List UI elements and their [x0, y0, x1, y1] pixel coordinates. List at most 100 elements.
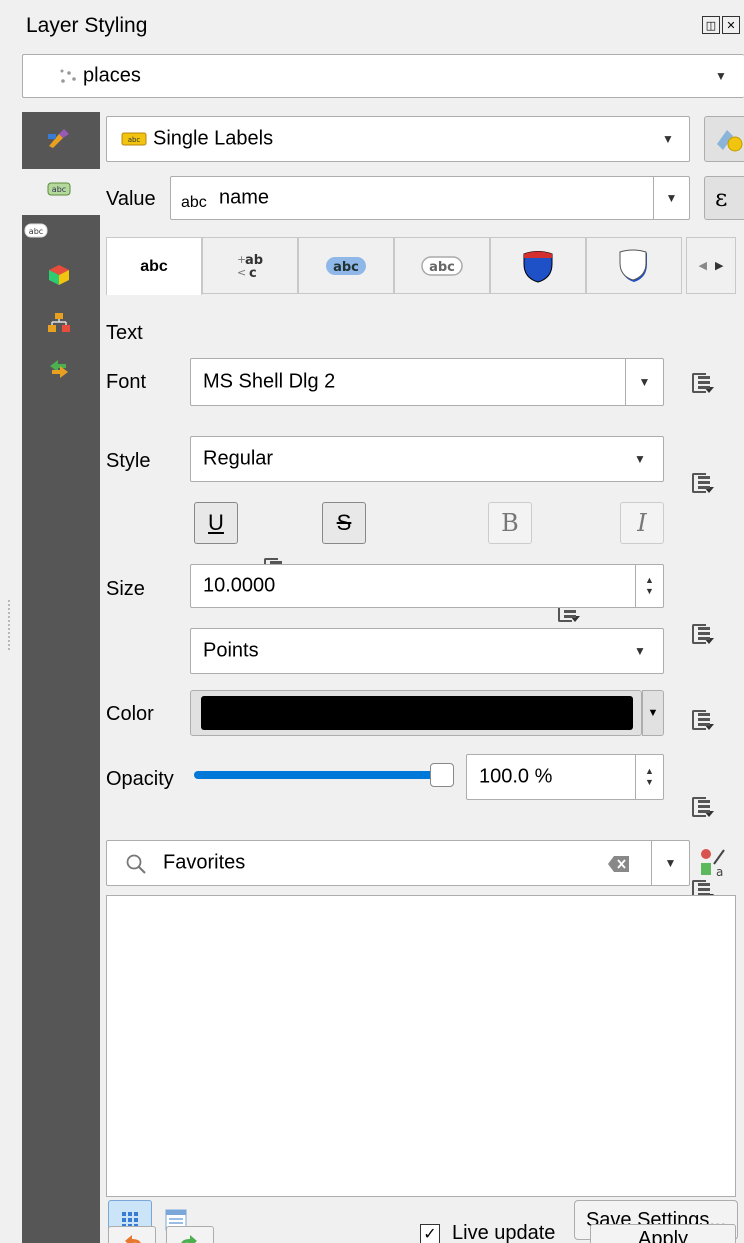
tab-mask[interactable]: abc: [394, 237, 490, 294]
epsilon-icon: ε: [715, 184, 728, 212]
library-search[interactable]: Favorites ▼: [106, 840, 690, 886]
background-shield-icon: [523, 250, 553, 283]
apply-button[interactable]: Apply: [590, 1224, 736, 1243]
underline-button[interactable]: U: [194, 502, 238, 544]
scroll-left-icon[interactable]: ◀: [699, 259, 707, 272]
color-menu-button[interactable]: ▼: [642, 690, 664, 736]
point-layer-icon: [60, 69, 76, 83]
layer-name: places: [83, 64, 141, 87]
value-label: Value: [106, 188, 156, 210]
redo-button[interactable]: [166, 1226, 214, 1243]
opacity-slider-handle[interactable]: [430, 763, 454, 787]
chevron-down-icon[interactable]: ▼: [625, 629, 655, 673]
chevron-down-icon[interactable]: ▼: [706, 55, 736, 97]
size-unit-select[interactable]: Points ▼: [190, 628, 664, 674]
color-button[interactable]: [190, 690, 642, 736]
underline-label: U: [208, 510, 224, 535]
formatting-icon: + ab < c: [237, 253, 263, 281]
label-mode-select[interactable]: abc Single Labels ▼: [106, 116, 690, 162]
data-defined-override-icon[interactable]: [688, 371, 714, 393]
field-type-icon: abc: [181, 194, 207, 211]
bold-button[interactable]: B: [488, 502, 532, 544]
svg-text:abc: abc: [333, 260, 359, 275]
masks-icon[interactable]: abc: [24, 220, 50, 242]
single-labels-icon: abc: [121, 132, 147, 146]
italic-label: I: [637, 509, 647, 537]
float-icon[interactable]: ◫: [702, 16, 720, 34]
color-swatch: [201, 696, 633, 730]
strikeout-label: S: [336, 510, 352, 535]
data-defined-override-icon[interactable]: [688, 708, 714, 730]
label-mode-value: Single Labels: [153, 127, 274, 150]
search-value: Favorites: [163, 851, 246, 874]
mask-icon: abc: [421, 255, 463, 276]
svg-text:abc: abc: [128, 136, 141, 144]
redo-icon: [181, 1235, 197, 1243]
search-icon: [126, 854, 146, 874]
labels-icon[interactable]: abc: [46, 178, 72, 200]
style-label: Style: [106, 450, 151, 472]
text-tab-icon: abc: [140, 257, 168, 275]
svg-text:abc: abc: [52, 185, 66, 194]
shadow-icon: [619, 249, 647, 282]
value-field-select[interactable]: abc name ▼: [170, 176, 690, 220]
buffer-icon: abc: [326, 256, 366, 275]
svg-text:c: c: [249, 266, 257, 281]
tab-background[interactable]: [490, 237, 586, 294]
expression-button[interactable]: ε: [704, 176, 744, 220]
data-defined-override-icon[interactable]: [688, 795, 714, 817]
font-select[interactable]: MS Shell Dlg 2 ▼: [190, 358, 664, 406]
live-update-checkbox[interactable]: ✓: [420, 1224, 440, 1243]
layer-select[interactable]: places ▼: [22, 54, 744, 98]
color-label: Color: [106, 703, 154, 725]
spin-arrows-icon[interactable]: ▲ ▼: [635, 755, 663, 799]
data-defined-override-icon[interactable]: [688, 622, 714, 644]
value-field-name: name: [219, 186, 270, 209]
tab-shadow[interactable]: [586, 237, 682, 294]
clear-icon[interactable]: [607, 855, 631, 873]
tab-scroll-buttons[interactable]: ◀ ▶: [686, 237, 736, 294]
style-manager-icon[interactable]: a: [698, 846, 728, 880]
panel-title: Layer Styling: [26, 14, 148, 37]
chevron-down-icon[interactable]: ▼: [653, 117, 683, 161]
size-spinbox[interactable]: 10.0000 ▲ ▼: [190, 564, 664, 608]
chevron-down-icon[interactable]: ▼: [653, 177, 689, 219]
svg-text:<: <: [237, 266, 246, 279]
font-label: Font: [106, 371, 147, 393]
tab-buffer[interactable]: abc: [298, 237, 394, 294]
svg-text:a: a: [716, 865, 723, 879]
opacity-spinbox[interactable]: 100.0 % ▲ ▼: [466, 754, 664, 800]
3d-view-icon[interactable]: [46, 264, 72, 286]
tab-text[interactable]: abc: [106, 237, 202, 295]
chevron-down-icon[interactable]: ▼: [625, 359, 663, 405]
undo-button[interactable]: [108, 1226, 156, 1243]
splitter-handle[interactable]: [8, 600, 11, 650]
opacity-slider-track[interactable]: [194, 771, 438, 779]
font-value: MS Shell Dlg 2: [203, 370, 336, 393]
svg-text:abc: abc: [29, 227, 43, 236]
rule-settings-button[interactable]: [704, 116, 744, 162]
diagrams-icon[interactable]: [46, 312, 72, 334]
scroll-right-icon[interactable]: ▶: [715, 259, 723, 272]
chevron-down-icon[interactable]: ▼: [625, 437, 655, 481]
history-icon[interactable]: [46, 358, 72, 380]
style-select[interactable]: Regular ▼: [190, 436, 664, 482]
label-settings-tabs: abc + ab < c abc abc ◀ ▶: [106, 237, 736, 295]
style-list[interactable]: [106, 895, 736, 1197]
style-value: Regular: [203, 447, 274, 470]
svg-text:abc: abc: [429, 260, 455, 275]
strikeout-button[interactable]: S: [322, 502, 366, 544]
italic-button[interactable]: I: [620, 502, 664, 544]
symbology-icon[interactable]: [46, 128, 72, 150]
size-value: 10.0000: [203, 574, 276, 597]
style-sidebar: abc abc: [22, 112, 100, 1243]
close-icon[interactable]: ✕: [722, 16, 740, 34]
opacity-label: Opacity: [106, 768, 174, 790]
chevron-down-icon[interactable]: ▼: [651, 841, 689, 885]
size-label: Size: [106, 578, 145, 600]
tab-formatting[interactable]: + ab < c: [202, 237, 298, 294]
data-defined-override-icon[interactable]: [688, 471, 714, 493]
spin-arrows-icon[interactable]: ▲ ▼: [635, 565, 663, 607]
undo-icon: [125, 1235, 141, 1243]
section-heading: Text: [106, 322, 143, 344]
